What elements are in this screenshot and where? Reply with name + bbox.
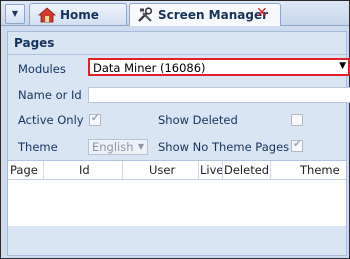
modules-dropdown-value: Data Miner (16086) xyxy=(93,61,206,75)
column-header-page[interactable]: Page xyxy=(10,163,38,177)
close-tab-icon[interactable]: ✕ xyxy=(256,5,268,21)
column-divider xyxy=(270,161,271,179)
checkmark-icon: ✔ xyxy=(91,113,100,124)
column-header-id[interactable]: Id xyxy=(79,163,90,177)
theme-label: Theme xyxy=(18,140,58,154)
column-divider xyxy=(222,161,223,179)
modules-label: Modules xyxy=(18,62,66,76)
column-divider xyxy=(198,161,199,179)
tab-menu-button[interactable]: ▼ xyxy=(5,4,25,24)
pages-panel: Pages Modules Data Miner (16086) ▼ Name … xyxy=(7,31,350,256)
tab-home[interactable]: Home xyxy=(29,3,127,25)
column-divider xyxy=(122,161,123,179)
show-deleted-checkbox[interactable] xyxy=(291,114,303,126)
tab-strip: ▼ Home Screen Manager ✕ xyxy=(1,1,349,26)
chevron-down-icon: ▼ xyxy=(339,61,346,71)
active-only-checkbox[interactable]: ✔ xyxy=(89,113,101,126)
column-header-user[interactable]: User xyxy=(149,163,175,177)
theme-select[interactable]: English ▼ xyxy=(88,139,148,155)
pages-grid: Page Id User Live Deleted Theme xyxy=(8,160,346,226)
theme-select-value: English xyxy=(92,140,134,154)
name-or-id-input[interactable] xyxy=(88,87,350,103)
chevron-down-icon: ▼ xyxy=(137,142,144,151)
active-only-label: Active Only xyxy=(18,113,84,127)
panel-divider xyxy=(8,54,346,55)
tools-icon xyxy=(137,7,153,26)
modules-dropdown[interactable]: Data Miner (16086) ▼ xyxy=(88,58,350,76)
panel-title: Pages xyxy=(14,36,55,50)
column-header-deleted[interactable]: Deleted xyxy=(224,163,269,177)
tab-screen-manager[interactable]: Screen Manager ✕ xyxy=(129,3,281,26)
screen-manager-window: ▼ Home Screen Manager ✕ Pages Modules Da… xyxy=(0,0,350,259)
show-no-theme-pages-checkbox[interactable]: ✔ xyxy=(291,139,303,152)
show-deleted-label: Show Deleted xyxy=(158,113,238,127)
column-header-theme[interactable]: Theme xyxy=(300,163,340,177)
name-or-id-label: Name or Id xyxy=(18,88,82,102)
checkmark-icon: ✔ xyxy=(293,139,302,150)
home-icon xyxy=(37,7,57,26)
tab-screen-manager-label: Screen Manager xyxy=(158,8,268,22)
show-no-theme-pages-label: Show No Theme Pages xyxy=(158,140,290,154)
tab-home-label: Home xyxy=(60,8,99,22)
grid-header: Page Id User Live Deleted Theme xyxy=(8,161,346,180)
column-divider xyxy=(43,161,44,179)
column-header-live[interactable]: Live xyxy=(200,163,223,177)
